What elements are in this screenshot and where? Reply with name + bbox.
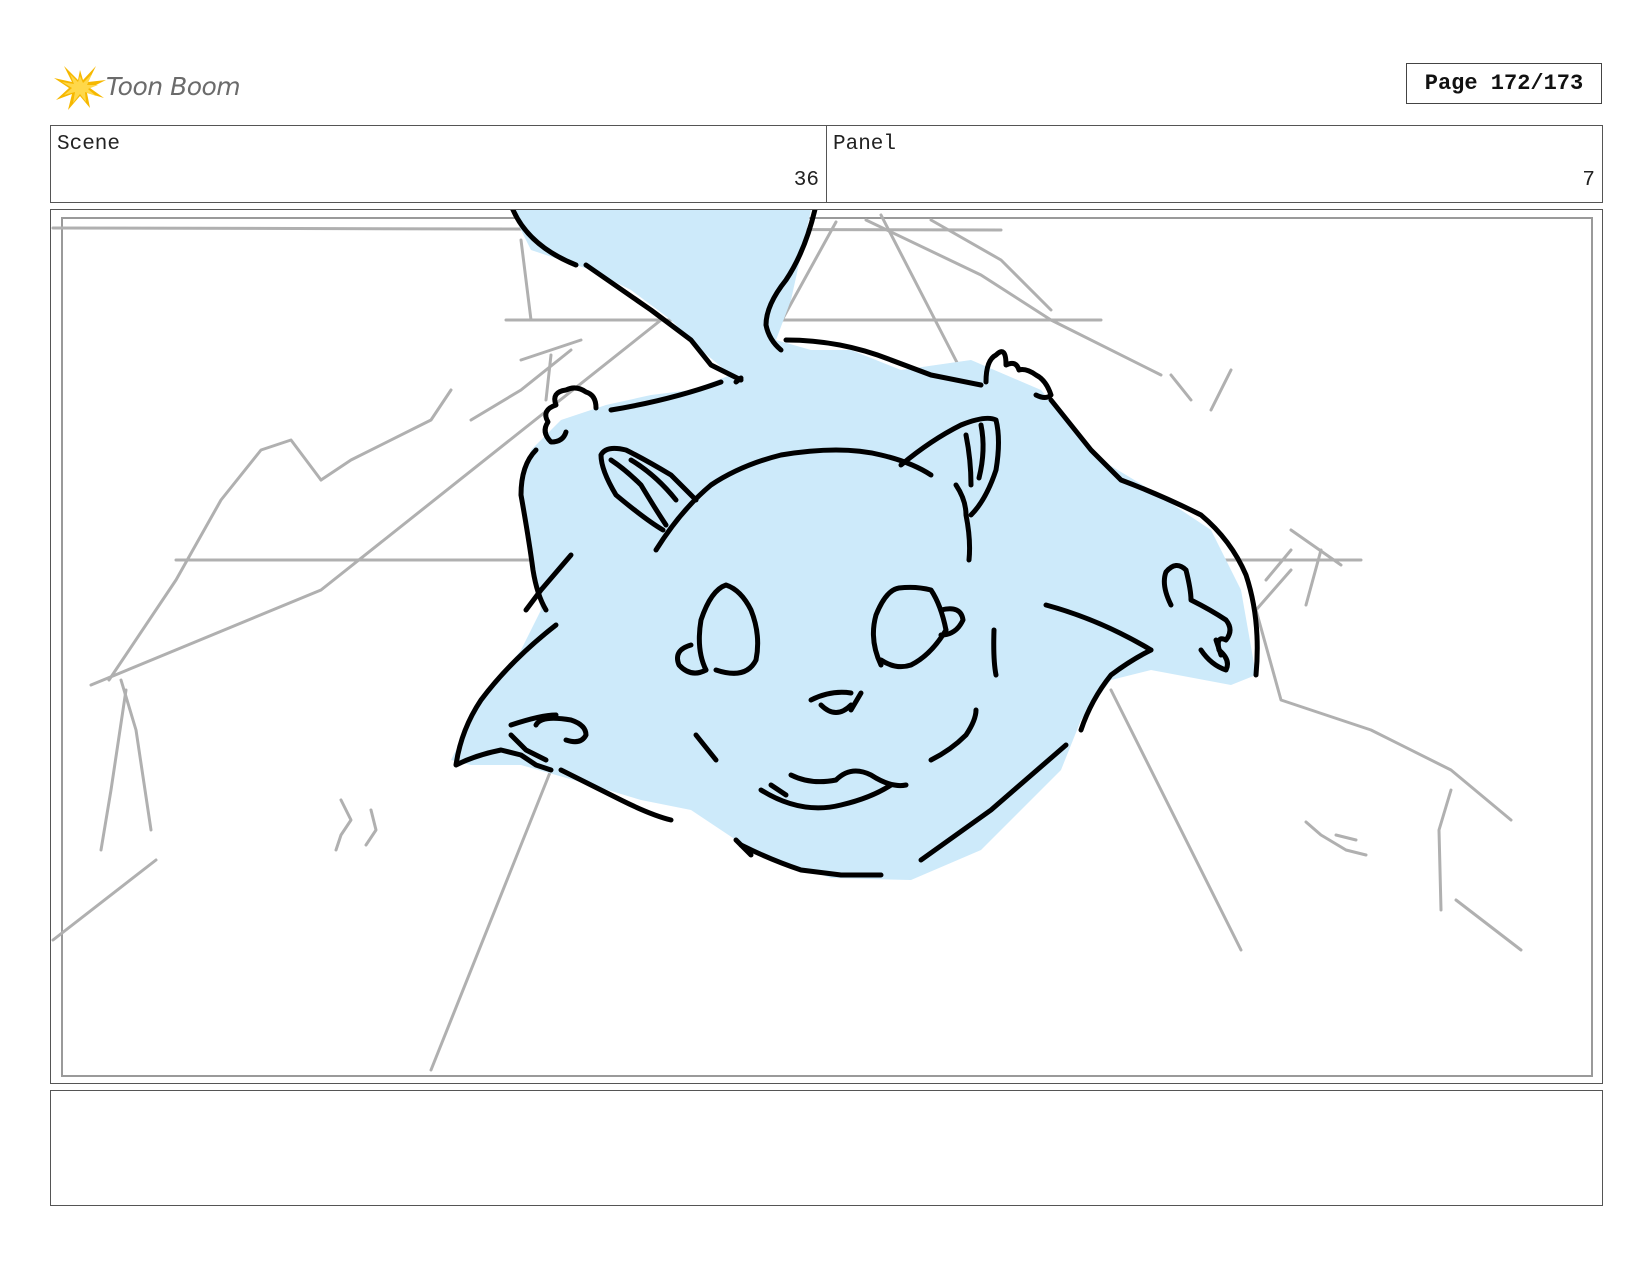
scene-label: Scene (57, 133, 121, 156)
scene-number: 36 (793, 169, 819, 192)
panel-notes (50, 1090, 1603, 1206)
panel-label: Panel (833, 133, 897, 156)
scene-panel-info: Scene 36 Panel 7 (50, 125, 1603, 203)
toon-boom-logo: Toon Boom (52, 58, 262, 114)
storyboard-sketch (51, 210, 1593, 1077)
starburst-icon (54, 66, 106, 110)
page-number: Page 172/173 (1406, 63, 1602, 104)
creature-fill (451, 210, 1256, 880)
storyboard-panel (50, 209, 1603, 1084)
panel-cell: Panel 7 (826, 126, 1602, 202)
logo-text: Toon Boom (106, 71, 241, 101)
panel-number: 7 (1582, 169, 1595, 192)
scene-cell: Scene 36 (51, 126, 826, 202)
